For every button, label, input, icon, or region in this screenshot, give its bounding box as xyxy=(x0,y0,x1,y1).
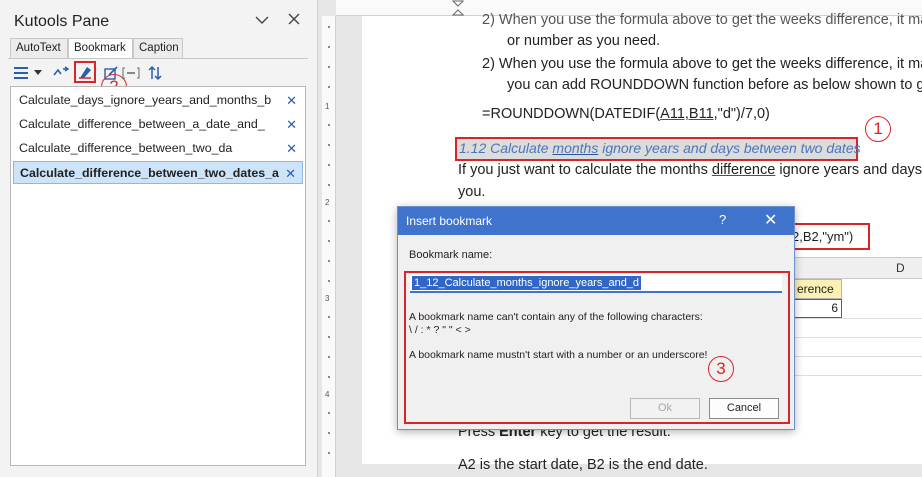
sheet-value-cell: 6 xyxy=(794,299,842,318)
insert-bookmark-dialog: Insert bookmark ? ✕ Bookmark name: 1_12_… xyxy=(397,206,795,430)
list-item[interactable]: Calculate_days_ignore_years_and_months_b… xyxy=(13,89,303,112)
remove-bookmark-icon[interactable]: ✕ xyxy=(286,89,297,112)
text-part: ignore years and days xyxy=(775,162,922,178)
formula-part: ,"d")/7,0) xyxy=(713,106,770,122)
doc-text-line: you. xyxy=(458,184,486,200)
sheet-header-cell: erence xyxy=(794,279,842,299)
sort-icon[interactable] xyxy=(144,63,166,83)
cancel-button[interactable]: Cancel xyxy=(709,398,779,419)
doc-text-line: 2) When you use the formula above to get… xyxy=(482,56,922,72)
remove-bookmark-icon[interactable]: ✕ xyxy=(286,137,297,160)
doc-formula: =ROUNDDOWN(DATEDIF(A11,B11,"d")/7,0) xyxy=(482,106,770,122)
tab-autotext[interactable]: AutoText xyxy=(10,38,68,58)
callout-1: 1 xyxy=(865,116,891,142)
start-char-message: A bookmark name mustn't start with a num… xyxy=(409,349,708,361)
list-item-selected[interactable]: Calculate_difference_between_two_dates_a… xyxy=(13,161,303,184)
invalid-chars-message: A bookmark name can't contain any of the… xyxy=(409,311,703,323)
dialog-title: Insert bookmark xyxy=(406,214,493,228)
list-item[interactable]: Calculate_difference_between_a_date_and_… xyxy=(13,113,303,136)
tab-caption[interactable]: Caption xyxy=(133,38,183,58)
formula-part: =ROUNDDOWN(DATEDIF( xyxy=(482,106,661,122)
callout-3: 3 xyxy=(708,356,734,382)
ruler-number: 1 xyxy=(325,102,330,111)
text-part: difference xyxy=(711,162,776,178)
text-part: If you just want to calculate the months xyxy=(458,162,712,178)
ruler-number: 4 xyxy=(325,390,330,399)
refresh-icon[interactable] xyxy=(50,63,72,83)
bookmark-name: Calculate_days_ignore_years_and_months_b xyxy=(19,93,272,107)
insert-bookmark-button[interactable] xyxy=(74,61,96,83)
bookmark-name: Calculate_difference_between_a_date_and_ xyxy=(19,117,265,131)
close-icon[interactable]: ✕ xyxy=(764,210,777,230)
bookmark-name: Calculate_difference_between_two_dates_a xyxy=(20,166,279,180)
tab-bookmark[interactable]: Bookmark xyxy=(68,38,133,59)
doc-text-line: A2 is the start date, B2 is the end date… xyxy=(458,457,708,473)
help-icon[interactable]: ? xyxy=(719,212,726,227)
doc-text-line: you can add ROUNDDOWN function before as… xyxy=(507,77,922,93)
dialog-titlebar[interactable]: Insert bookmark ? ✕ xyxy=(398,207,794,235)
dropdown-arrow-icon[interactable] xyxy=(32,63,44,83)
pane-title: Kutools Pane xyxy=(14,13,110,30)
bookmark-name-label: Bookmark name: xyxy=(409,249,493,261)
close-pane-icon[interactable] xyxy=(284,12,304,30)
heading-part: ignore years and days between two dates xyxy=(598,140,861,156)
remove-bookmark-icon[interactable]: ✕ xyxy=(285,162,296,185)
bookmark-toolbar xyxy=(8,58,308,85)
invalid-chars-list: \ / : * ? " " < > xyxy=(409,324,471,336)
column-d-label: D xyxy=(896,261,905,275)
bookmark-name-selected-text: 1_12_Calculate_months_ignore_years_and_d xyxy=(410,275,643,291)
remove-bookmark-icon[interactable]: ✕ xyxy=(286,113,297,136)
vertical-ruler[interactable]: 1 2 3 4 xyxy=(322,16,336,477)
chevron-down-icon[interactable] xyxy=(252,12,272,30)
formula-args: A11,B11 xyxy=(660,106,714,122)
bookmark-list[interactable]: Calculate_days_ignore_years_and_months_b… xyxy=(10,86,306,466)
doc-heading[interactable]: 1.12 Calculate months ignore years and d… xyxy=(459,140,861,156)
ok-button[interactable]: Ok xyxy=(630,398,700,419)
bookmark-add-icon xyxy=(79,67,91,79)
bookmark-name: Calculate_difference_between_two_da xyxy=(19,141,233,155)
doc-text-line: 2) When you use the formula above to get… xyxy=(482,12,922,28)
heading-part: months xyxy=(552,140,599,156)
heading-part: 1.12 Calculate xyxy=(459,140,553,156)
list-view-icon[interactable] xyxy=(10,63,32,83)
ruler-number: 2 xyxy=(325,198,330,207)
doc-text-line: or number as you need. xyxy=(507,33,661,49)
indent-marker-icon xyxy=(451,0,465,16)
list-item[interactable]: Calculate_difference_between_two_da ✕ xyxy=(13,137,303,160)
doc-text-line: If you just want to calculate the months… xyxy=(458,162,922,178)
ruler-number: 3 xyxy=(325,294,330,303)
kutools-pane: Kutools Pane AutoText Bookmark Caption C… xyxy=(0,0,318,477)
